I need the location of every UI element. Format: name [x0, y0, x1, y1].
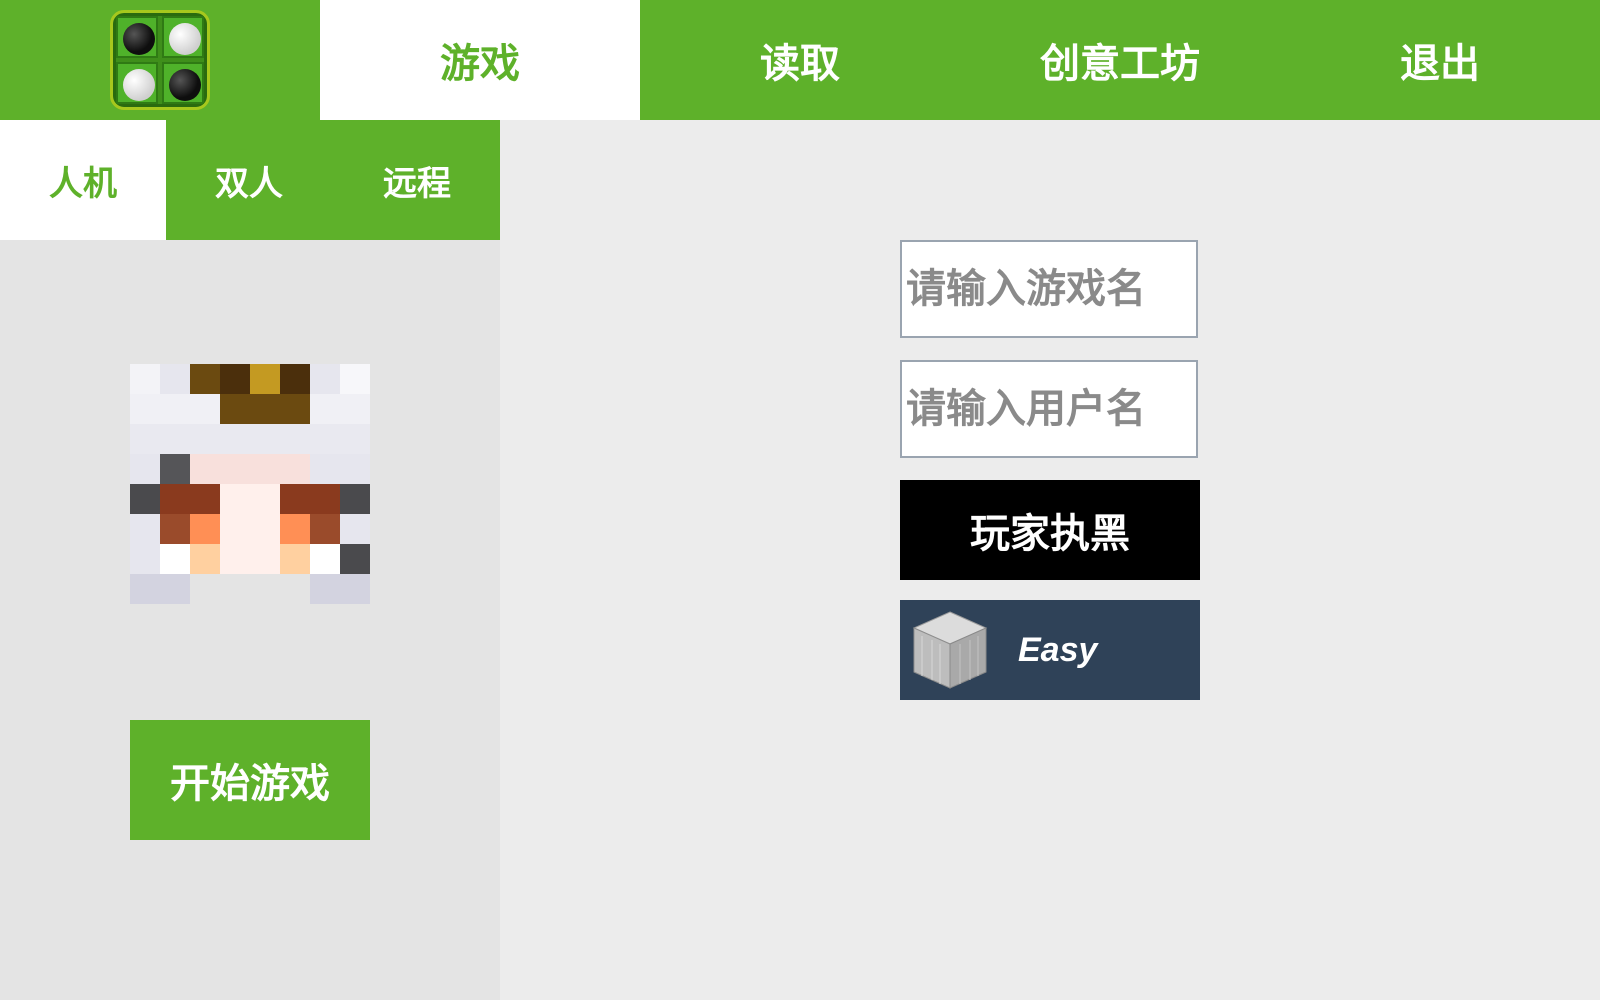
white-stone-icon [169, 23, 201, 55]
white-stone-icon [123, 69, 155, 101]
mode-tab-vs-ai[interactable]: 人机 [0, 120, 166, 240]
logo-area [0, 0, 320, 120]
top-nav-bar: 游戏 读取 创意工坊 退出 [0, 0, 1600, 120]
tab-workshop[interactable]: 创意工坊 [960, 0, 1280, 120]
left-panel: 人机 双人 远程 开始游戏 [0, 120, 500, 1000]
black-stone-icon [169, 69, 201, 101]
black-stone-icon [123, 23, 155, 55]
reversi-logo-icon [110, 10, 210, 110]
pixel-avatar-icon [130, 364, 370, 604]
logo-cell [162, 62, 204, 104]
player-color-button[interactable]: 玩家执黑 [900, 480, 1200, 580]
tab-exit[interactable]: 退出 [1280, 0, 1600, 120]
difficulty-button[interactable]: Easy [900, 600, 1200, 700]
difficulty-label: Easy [1018, 630, 1098, 669]
tab-game[interactable]: 游戏 [320, 0, 640, 120]
logo-cell [162, 16, 204, 58]
iron-block-icon [912, 611, 988, 689]
mode-tab-remote[interactable]: 远程 [334, 120, 500, 240]
logo-cell [116, 16, 158, 58]
user-name-input[interactable] [900, 360, 1198, 458]
mode-tabs: 人机 双人 远程 [0, 120, 500, 240]
logo-cell [116, 62, 158, 104]
start-game-button[interactable]: 开始游戏 [130, 720, 370, 840]
tab-load[interactable]: 读取 [640, 0, 960, 120]
game-name-input[interactable] [900, 240, 1198, 338]
mode-tab-two-player[interactable]: 双人 [166, 120, 332, 240]
